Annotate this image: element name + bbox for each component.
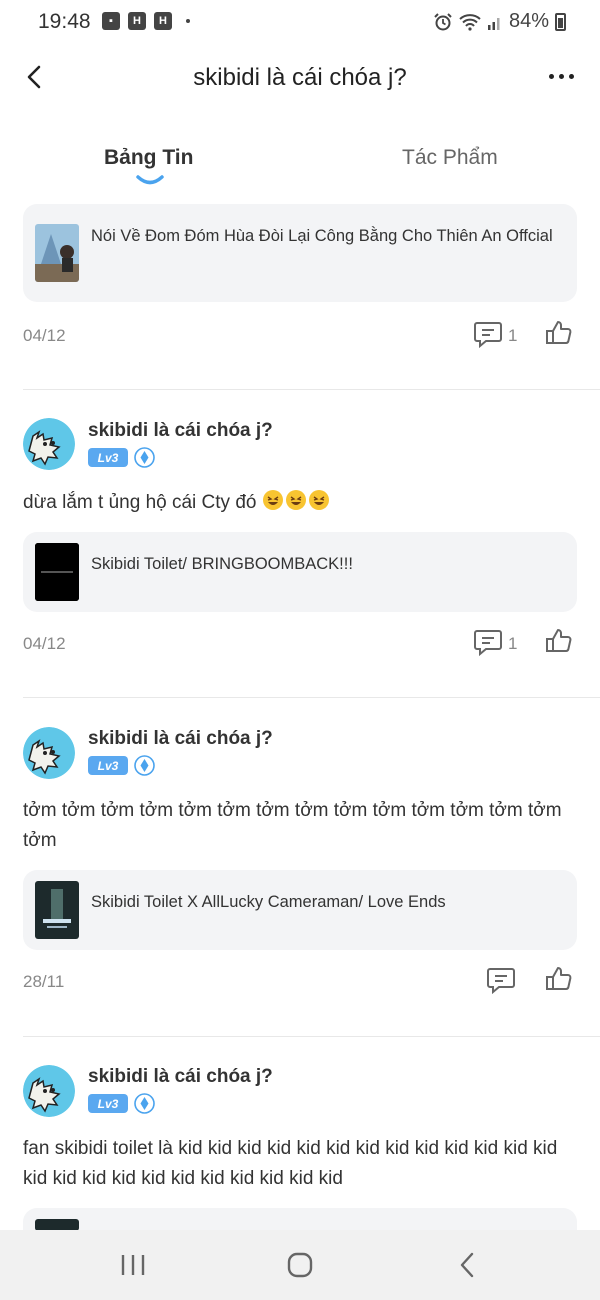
more-notifications-icon xyxy=(186,19,190,23)
post-date: 28/11 xyxy=(23,972,65,991)
level-badge: Lv3 xyxy=(88,1094,128,1113)
work-thumbnail xyxy=(35,224,79,282)
more-dots-icon xyxy=(549,74,554,79)
battery-percent: 84% xyxy=(508,10,549,32)
linked-work-card[interactable]: Skibidi Toilet/ BRINGBOOMBACK!!! xyxy=(23,532,577,612)
nav-back-icon[interactable] xyxy=(453,1250,483,1280)
battery-icon xyxy=(555,12,566,31)
active-tab-indicator xyxy=(136,175,164,185)
post-text-content: dừa lắm t ủng hộ cái Cty đó xyxy=(23,492,257,513)
verified-icon xyxy=(134,1093,155,1114)
work-thumbnail xyxy=(35,881,79,939)
comment-icon[interactable] xyxy=(486,966,516,994)
system-nav-bar xyxy=(0,1230,600,1300)
app-notification-icon: H xyxy=(154,12,172,30)
linked-work-card[interactable]: Skibidi Toilet X AllLucky Cameraman/ Lov… xyxy=(23,870,577,950)
laughing-emoji-icon xyxy=(308,490,329,510)
laughing-emoji-icon xyxy=(285,490,306,510)
signal-icon xyxy=(487,17,500,30)
alarm-icon xyxy=(434,12,452,30)
verified-icon xyxy=(134,755,155,776)
recent-apps-icon[interactable] xyxy=(118,1250,148,1280)
level-badge: Lv3 xyxy=(88,448,128,467)
home-icon[interactable] xyxy=(285,1250,315,1280)
avatar[interactable] xyxy=(23,1065,75,1117)
thumbs-up-icon[interactable] xyxy=(544,626,574,656)
post-text: dừa lắm t ủng hộ cái Cty đó xyxy=(23,488,570,518)
status-bar: 19:48 ▪ H H 84% xyxy=(0,0,600,44)
author-name[interactable]: skibidi là cái chóa j? xyxy=(88,728,273,750)
work-title: Skibidi Toilet X AllLucky Cameraman/ Lov… xyxy=(91,893,446,911)
app-notification-icon: H xyxy=(128,12,146,30)
laughing-emoji-icon xyxy=(262,490,283,510)
divider xyxy=(23,697,600,698)
more-dots-icon xyxy=(569,74,574,79)
more-dots-icon xyxy=(559,74,564,79)
author-name[interactable]: skibidi là cái chóa j? xyxy=(88,1066,273,1088)
divider xyxy=(23,1036,600,1037)
avatar[interactable] xyxy=(23,727,75,779)
comment-icon[interactable] xyxy=(473,320,503,348)
more-options-button[interactable] xyxy=(549,74,574,79)
thumbs-up-icon[interactable] xyxy=(544,964,574,994)
linked-work-card[interactable]: Nói Về Đom Đóm Hùa Đòi Lại Công Bằng Cho… xyxy=(23,204,577,302)
comment-count: 1 xyxy=(508,634,518,653)
gallery-notification-icon: ▪ xyxy=(102,12,120,30)
post-text: fan skibidi toilet là kid kid kid kid ki… xyxy=(23,1138,558,1189)
post-date: 04/12 xyxy=(23,326,66,345)
level-badge: Lv3 xyxy=(88,756,128,775)
status-right: 84% xyxy=(433,10,566,33)
comment-icon[interactable] xyxy=(473,628,503,656)
top-app-bar: skibidi là cái chóa j? xyxy=(0,50,600,106)
avatar[interactable] xyxy=(23,418,75,470)
notification-icons: ▪ H H xyxy=(102,12,190,30)
tab-bar: Bảng Tin Tác Phẩm xyxy=(0,140,600,190)
post-text: tởm tởm tởm tởm tởm tởm tởm tởm tởm tởm … xyxy=(23,800,562,851)
tab-bang-tin[interactable]: Bảng Tin xyxy=(104,146,193,170)
verified-icon xyxy=(134,447,155,468)
author-name[interactable]: skibidi là cái chóa j? xyxy=(88,420,273,442)
page-title: skibidi là cái chóa j? xyxy=(193,64,407,91)
divider xyxy=(23,389,600,390)
thumbs-up-icon[interactable] xyxy=(544,318,574,348)
post-date: 04/12 xyxy=(23,634,66,653)
status-time: 19:48 xyxy=(38,10,91,33)
work-title: Nói Về Đom Đóm Hùa Đòi Lại Công Bằng Cho… xyxy=(91,227,553,245)
tab-tac-pham[interactable]: Tác Phẩm xyxy=(402,146,498,170)
comment-count: 1 xyxy=(508,326,518,345)
work-thumbnail xyxy=(35,543,79,601)
work-title: Skibidi Toilet/ BRINGBOOMBACK!!! xyxy=(91,555,353,573)
wifi-icon xyxy=(459,13,481,31)
